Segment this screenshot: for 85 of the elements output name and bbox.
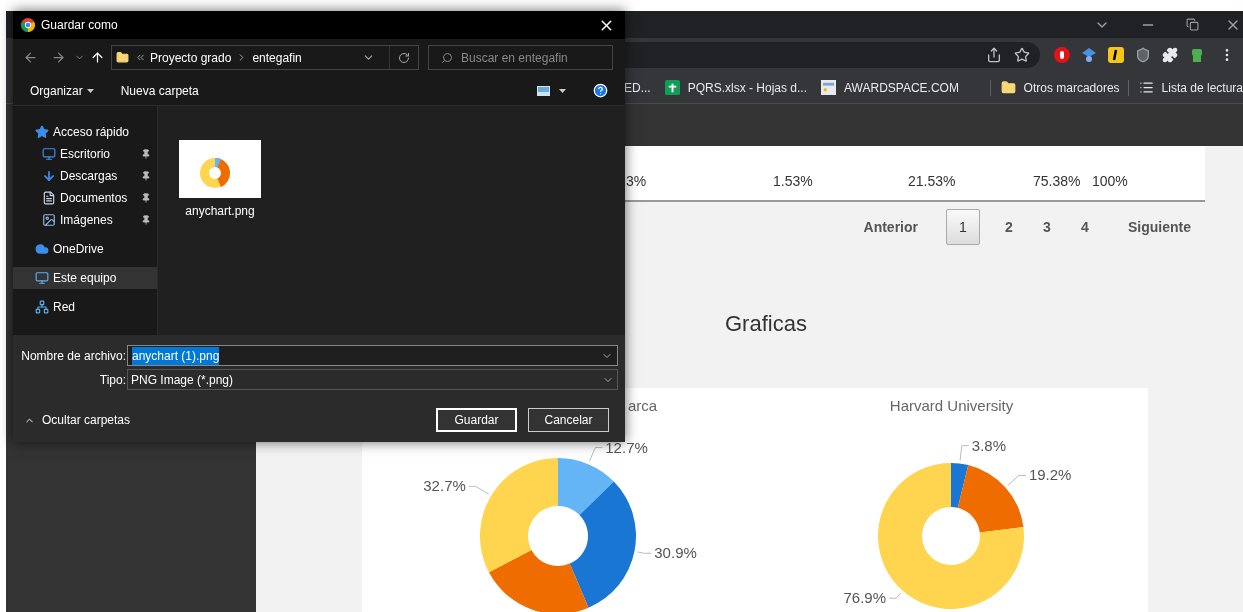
previous-link[interactable]: Anterior <box>863 216 918 238</box>
bookmark-item[interactable]: Lista de lectura <box>1136 78 1243 97</box>
field-label: Tipo: <box>98 371 127 389</box>
page-link[interactable]: 1 <box>946 209 980 245</box>
leader-line <box>588 447 603 462</box>
navigation-item[interactable]: Escritorio <box>13 143 157 165</box>
page-link[interactable]: 2 <box>1000 216 1018 238</box>
navigation-item[interactable]: Red <box>13 296 157 318</box>
caret-icon <box>86 88 94 93</box>
table-cell-text: 21.53% <box>908 171 957 191</box>
path-segment[interactable]: Proyecto grado <box>150 48 232 67</box>
folder-icon <box>116 50 129 65</box>
bookmark-item[interactable]: Otros marcadores <box>998 78 1120 97</box>
bookmark-item[interactable]: ED... <box>624 78 651 97</box>
chart-title: arca <box>628 395 658 416</box>
table-cell-text: 1.53% <box>773 171 814 191</box>
puzzle-icon[interactable] <box>1162 47 1178 63</box>
table-cell-text: 3% <box>626 171 648 191</box>
slice-label: 19.2% <box>1028 466 1072 484</box>
navigation-item[interactable]: Documentos <box>13 187 157 209</box>
table-cell-text: 75.38% <box>1033 171 1082 191</box>
field-label: Nombre de archivo: <box>20 347 127 365</box>
network-icon <box>35 300 49 314</box>
restore-icon[interactable] <box>1186 18 1199 31</box>
star-icon <box>35 125 49 139</box>
help-icon[interactable] <box>593 83 608 98</box>
navigation-item[interactable]: Descargas <box>13 165 157 187</box>
cloud-icon <box>35 242 49 256</box>
slice-label: 3.8% <box>971 436 1007 454</box>
table-cell-text: 100% <box>1092 171 1129 191</box>
view-icon[interactable] <box>537 85 550 96</box>
navigation-item[interactable]: Imágenes <box>13 209 157 231</box>
section-heading: Graficas <box>725 310 807 338</box>
organize-menu[interactable]: Organizar <box>30 81 94 100</box>
leader-line <box>636 551 652 554</box>
leader-line <box>888 592 902 599</box>
bookmark-item[interactable]: PQRS.xlsx - Hojas d... <box>664 78 808 97</box>
chrome-icon <box>21 18 35 32</box>
navigation-item[interactable]: Acceso rápido <box>13 121 157 143</box>
dialog-button[interactable]: Cancelar <box>528 408 609 432</box>
leader-line <box>468 485 490 495</box>
dialog-title: Guardar como <box>41 17 118 34</box>
reading-list-icon <box>1138 80 1154 95</box>
image-icon <box>42 213 56 227</box>
up-icon[interactable] <box>90 50 105 65</box>
refresh-icon[interactable] <box>398 51 410 64</box>
slice-label: 76.9% <box>843 589 887 607</box>
dialog-button[interactable]: Guardar <box>436 408 517 432</box>
slice-label: 32.7% <box>423 477 466 495</box>
file-item[interactable]: anychart.png <box>178 140 262 220</box>
search-icon <box>441 51 453 64</box>
extension-tile-icon[interactable] <box>1108 47 1124 63</box>
slice-label: 30.9% <box>654 544 697 562</box>
caret-icon[interactable] <box>559 88 566 93</box>
monitor-icon <box>42 147 56 161</box>
website-icon <box>821 80 837 95</box>
document-icon <box>42 191 56 205</box>
bookmark-star-icon[interactable] <box>1014 47 1030 63</box>
chevrons-icon <box>135 52 146 63</box>
forward-icon[interactable] <box>51 50 66 65</box>
type-select[interactable]: PNG Image (*.png) <box>127 369 618 390</box>
leader-line <box>1007 474 1027 486</box>
address-field[interactable]: Proyecto grado entegafin <box>111 45 419 70</box>
back-icon[interactable] <box>23 50 38 65</box>
filename-field[interactable]: anychart (1).png <box>127 345 618 366</box>
page-link[interactable]: 3 <box>1038 216 1056 238</box>
path-segment[interactable]: entegafin <box>252 48 302 67</box>
file-name: anychart.png <box>185 203 255 220</box>
computer-icon <box>35 271 49 285</box>
chart-title: Harvard University <box>889 395 1014 416</box>
spreadsheet-icon <box>664 80 680 95</box>
next-link[interactable]: Siguiente <box>1128 216 1191 238</box>
page-link[interactable]: 4 <box>1076 216 1094 238</box>
bookmark-item[interactable]: AWARDSPACE.COM <box>821 78 959 97</box>
download-arrow-icon <box>42 169 56 183</box>
leader-line <box>959 445 970 462</box>
navigation-item[interactable]: OneDrive <box>13 238 157 260</box>
folder-icon <box>1000 80 1016 95</box>
slice-label: 12.7% <box>605 438 648 456</box>
new-folder-button[interactable]: Nueva carpeta <box>120 81 199 100</box>
search-field[interactable]: Buscar en entegafin <box>428 45 613 70</box>
share-icon[interactable] <box>986 47 1002 63</box>
navigation-item[interactable]: Este equipo <box>13 267 157 289</box>
shield-icon[interactable] <box>1135 47 1151 63</box>
hide-folders-toggle[interactable]: Ocultar carpetas <box>24 411 131 429</box>
